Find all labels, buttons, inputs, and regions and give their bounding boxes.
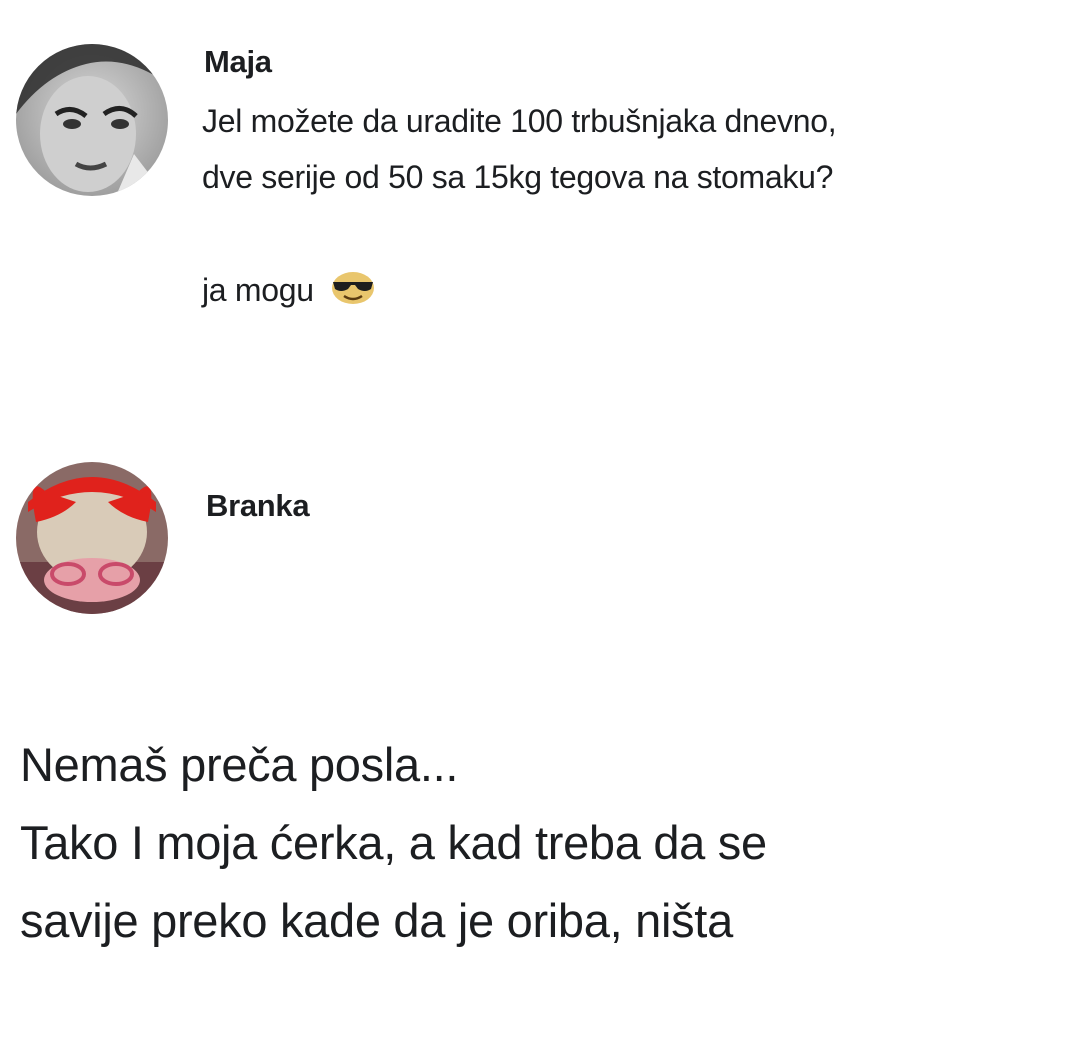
comment-reply-line: ja mogu xyxy=(202,271,376,313)
sunglasses-face-icon xyxy=(330,271,376,313)
reply-text-line: Tako I moja ćerka, a kad treba da se xyxy=(20,816,767,869)
reply-text-line: savije preko kade da je oriba, ništa xyxy=(20,894,733,947)
profile-photo-icon xyxy=(16,462,168,614)
comment-author[interactable]: Maja xyxy=(204,44,272,80)
comment-text-line: Jel možete da uradite 100 trbušnjaka dne… xyxy=(202,103,837,139)
profile-photo-icon xyxy=(16,44,168,196)
reply-text-line: Nemaš preča posla... xyxy=(20,738,459,791)
avatar[interactable] xyxy=(16,44,168,196)
comment-reply-text: ja mogu xyxy=(202,272,314,308)
comment-thread: Maja Jel možete da uradite 100 trbušnjak… xyxy=(0,0,1080,1060)
comment-text-line: dve serije od 50 sa 15kg tegova na stoma… xyxy=(202,159,834,195)
avatar[interactable] xyxy=(16,462,168,614)
comment-author[interactable]: Branka xyxy=(206,488,310,524)
